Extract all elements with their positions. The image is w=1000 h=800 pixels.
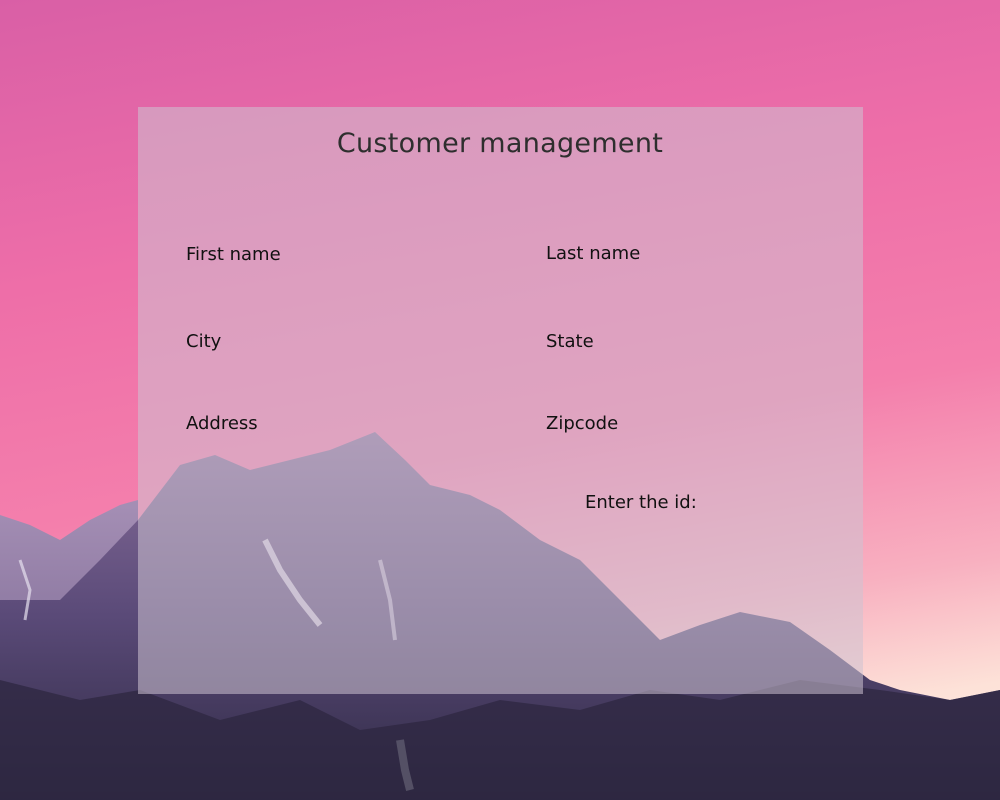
address-label: Address [186,413,258,434]
first-name-label: First name [186,244,281,265]
last-name-label: Last name [546,243,641,264]
zipcode-label: Zipcode [546,413,619,434]
page-title: Customer management [336,128,664,159]
enter-id-label: Enter the id: [585,492,697,513]
form-panel [138,107,863,694]
city-label: City [186,331,222,352]
state-label: State [546,331,594,352]
